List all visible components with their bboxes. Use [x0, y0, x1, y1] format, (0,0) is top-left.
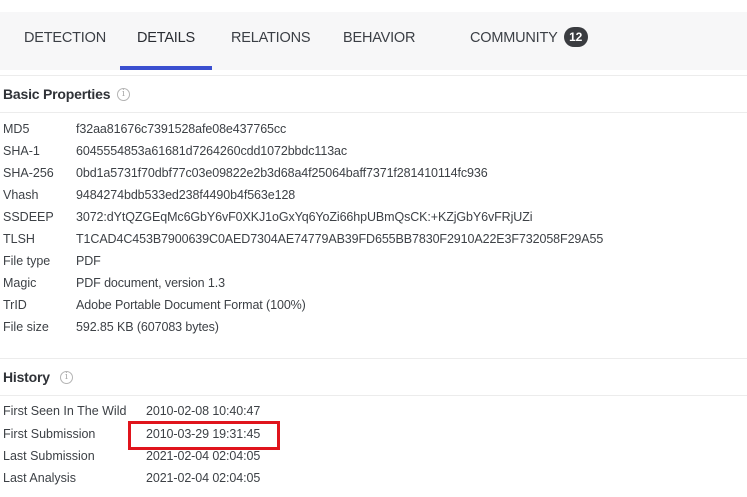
tab-relations[interactable]: RELATIONS: [231, 12, 311, 70]
tab-label: BEHAVIOR: [343, 30, 416, 46]
property-key: File size: [3, 320, 49, 334]
property-value: PDF document, version 1.3: [76, 276, 225, 290]
property-row: File size 592.85 KB (607083 bytes): [0, 316, 747, 338]
property-value: PDF: [76, 254, 101, 268]
history-value: 2021-02-04 02:04:05: [146, 471, 261, 485]
property-key: SHA-1: [3, 144, 40, 158]
history-value: 2010-02-08 10:40:47: [146, 404, 261, 418]
property-value: 592.85 KB (607083 bytes): [76, 320, 219, 334]
property-row: SHA-256 0bd1a5731f70dbf77c03e09822e2b3d68…: [0, 162, 747, 184]
tab-detection[interactable]: DETECTION: [24, 12, 106, 70]
property-value: 0bd1a5731f70dbf77c03e09822e2b3d68a4f2506…: [76, 166, 488, 180]
tab-bar: DETECTION DETAILS RELATIONS BEHAVIOR COM…: [0, 12, 747, 70]
property-value: 6045554853a61681d7264260cdd1072bbdc113ac: [76, 144, 348, 158]
property-key: SSDEEP: [3, 210, 54, 224]
property-row: TrID Adobe Portable Document Format (100%…: [0, 294, 747, 316]
property-value: Adobe Portable Document Format (100%): [76, 298, 306, 312]
history-row: Last Analysis 2021-02-04 02:04:05: [0, 467, 747, 489]
tab-label: DETAILS: [137, 30, 195, 46]
property-row: MD5 f32aa81676c7391528afe08e437765cc: [0, 118, 747, 140]
property-key: Vhash: [3, 188, 39, 202]
property-value: 9484274bdb533ed238f4490b4f563e128: [76, 188, 296, 202]
history-key: Last Analysis: [3, 471, 76, 485]
tab-label: COMMUNITY: [470, 30, 558, 46]
property-row: File type PDF: [0, 250, 747, 272]
first-submission-highlight-box: [128, 421, 280, 450]
property-key: TLSH: [3, 232, 35, 246]
basic-properties-header: Basic Properties i: [0, 75, 747, 113]
property-row: Vhash 9484274bdb533ed238f4490b4f563e128: [0, 184, 747, 206]
active-tab-indicator: [120, 66, 212, 70]
property-row: TLSH T1CAD4C453B7900639C0AED7304AE74779AB…: [0, 228, 747, 250]
community-count-badge: 12: [563, 27, 588, 47]
tab-label: RELATIONS: [231, 30, 311, 46]
tab-behavior[interactable]: BEHAVIOR: [343, 12, 415, 70]
property-key: Magic: [3, 276, 37, 290]
property-row: SSDEEP 3072:dYtQZGEqMc6GbY6vF0XKJ1oGxYq6Y…: [0, 206, 747, 228]
property-key: SHA-256: [3, 166, 54, 180]
property-row: Magic PDF document, version 1.3: [0, 272, 747, 294]
section-title: Basic Properties: [3, 86, 111, 102]
info-circle-icon[interactable]: i: [117, 88, 130, 101]
property-value: f32aa81676c7391528afe08e437765cc: [76, 122, 287, 136]
history-key: First Submission: [3, 427, 96, 441]
property-key: File type: [3, 254, 51, 268]
property-value: 3072:dYtQZGEqMc6GbY6vF0XKJ1oGxYq6YoZi66h…: [76, 210, 533, 224]
tab-community[interactable]: COMMUNITY 12: [470, 12, 594, 70]
tab-label: DETECTION: [24, 30, 106, 46]
history-key: Last Submission: [3, 449, 95, 463]
history-row: Last Submission 2021-02-04 02:04:05: [0, 445, 747, 467]
property-key: MD5: [3, 122, 30, 136]
history-row: First Seen In The Wild 2010-02-08 10:40:4…: [0, 400, 747, 422]
property-key: TrID: [3, 298, 27, 312]
property-row: SHA-1 6045554853a61681d7264260cdd1072bbdc…: [0, 140, 747, 162]
section-title: History: [3, 369, 50, 385]
tab-details[interactable]: DETAILS: [120, 12, 212, 70]
history-header: History i: [0, 358, 747, 396]
property-value: T1CAD4C453B7900639C0AED7304AE74779AB39FD…: [76, 232, 604, 246]
history-key: First Seen In The Wild: [3, 404, 127, 418]
info-circle-icon[interactable]: i: [60, 371, 73, 384]
history-row: First Submission 2010-03-29 19:31:45: [0, 423, 747, 445]
